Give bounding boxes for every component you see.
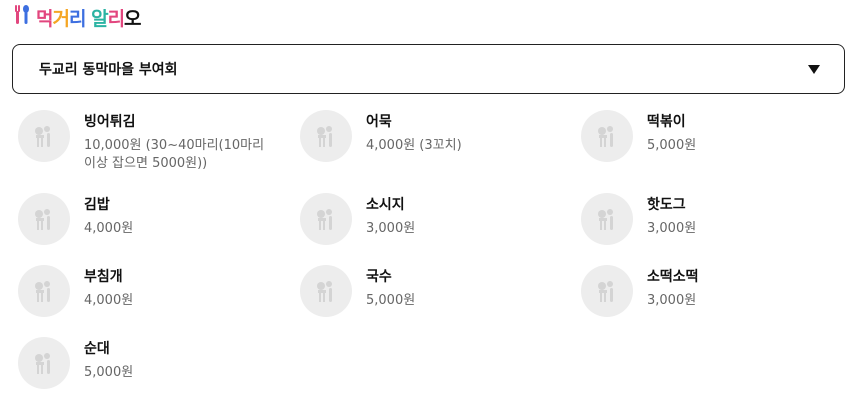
menu-item[interactable]: 순대 5,000원 [18,337,274,389]
menu-item[interactable]: 국수 5,000원 [300,265,556,317]
location-dropdown-value: 두교리 동막마을 부여회 [39,62,178,78]
menu-item-price: 3,000원 [647,293,697,308]
menu-item-price: 5,000원 [84,365,134,380]
menu-item-price: 5,000원 [647,138,697,153]
caret-down-icon [808,64,820,74]
brand-logo[interactable]: 먹거리 알리오 [36,4,142,31]
menu-item-price: 3,000원 [366,221,416,236]
food-placeholder-icon [18,337,70,389]
menu-item[interactable]: 소시지 3,000원 [300,193,556,245]
menu-item-name: 국수 [366,269,392,285]
menu-item-name: 핫도그 [647,197,686,213]
menu-item-price: 4,000원 (3꼬치) [366,138,462,153]
menu-item-price: 3,000원 [647,221,697,236]
location-dropdown[interactable]: 두교리 동막마을 부여회 [12,44,845,94]
menu-item-name: 어묵 [366,114,392,130]
food-placeholder-icon [18,110,70,162]
menu-item[interactable]: 소떡소떡 3,000원 [581,265,837,317]
food-placeholder-icon [300,265,352,317]
menu-item-price: 4,000원 [84,221,134,236]
menu-item-name: 김밥 [84,197,110,213]
menu-item-name: 부침개 [84,269,123,285]
food-placeholder-icon [300,110,352,162]
brand-header: 먹거리 알리오 [12,4,142,31]
food-placeholder-icon [18,193,70,245]
food-placeholder-icon [581,110,633,162]
food-placeholder-icon [581,265,633,317]
food-placeholder-icon [581,193,633,245]
food-placeholder-icon [18,265,70,317]
menu-item-price: 10,000원 (30~40마리(10마리 이상 잡으면 5000원)) [84,138,265,171]
menu-item-name: 순대 [84,341,110,357]
menu-item[interactable]: 빙어튀김 10,000원 (30~40마리(10마리 이상 잡으면 5000원)… [18,110,274,173]
menu-item[interactable]: 떡볶이 5,000원 [581,110,837,162]
menu-item-price: 5,000원 [366,293,416,308]
menu-item-name: 소시지 [366,197,405,213]
menu-item[interactable]: 부침개 4,000원 [18,265,274,317]
food-placeholder-icon [300,193,352,245]
menu-item[interactable]: 핫도그 3,000원 [581,193,837,245]
menu-item-price: 4,000원 [84,293,134,308]
menu-item[interactable]: 김밥 4,000원 [18,193,274,245]
menu-item-name: 떡볶이 [647,114,686,130]
fork-spoon-icon [12,4,32,30]
menu-item[interactable]: 어묵 4,000원 (3꼬치) [300,110,556,162]
menu-item-name: 소떡소떡 [647,269,699,285]
menu-item-name: 빙어튀김 [84,114,136,130]
